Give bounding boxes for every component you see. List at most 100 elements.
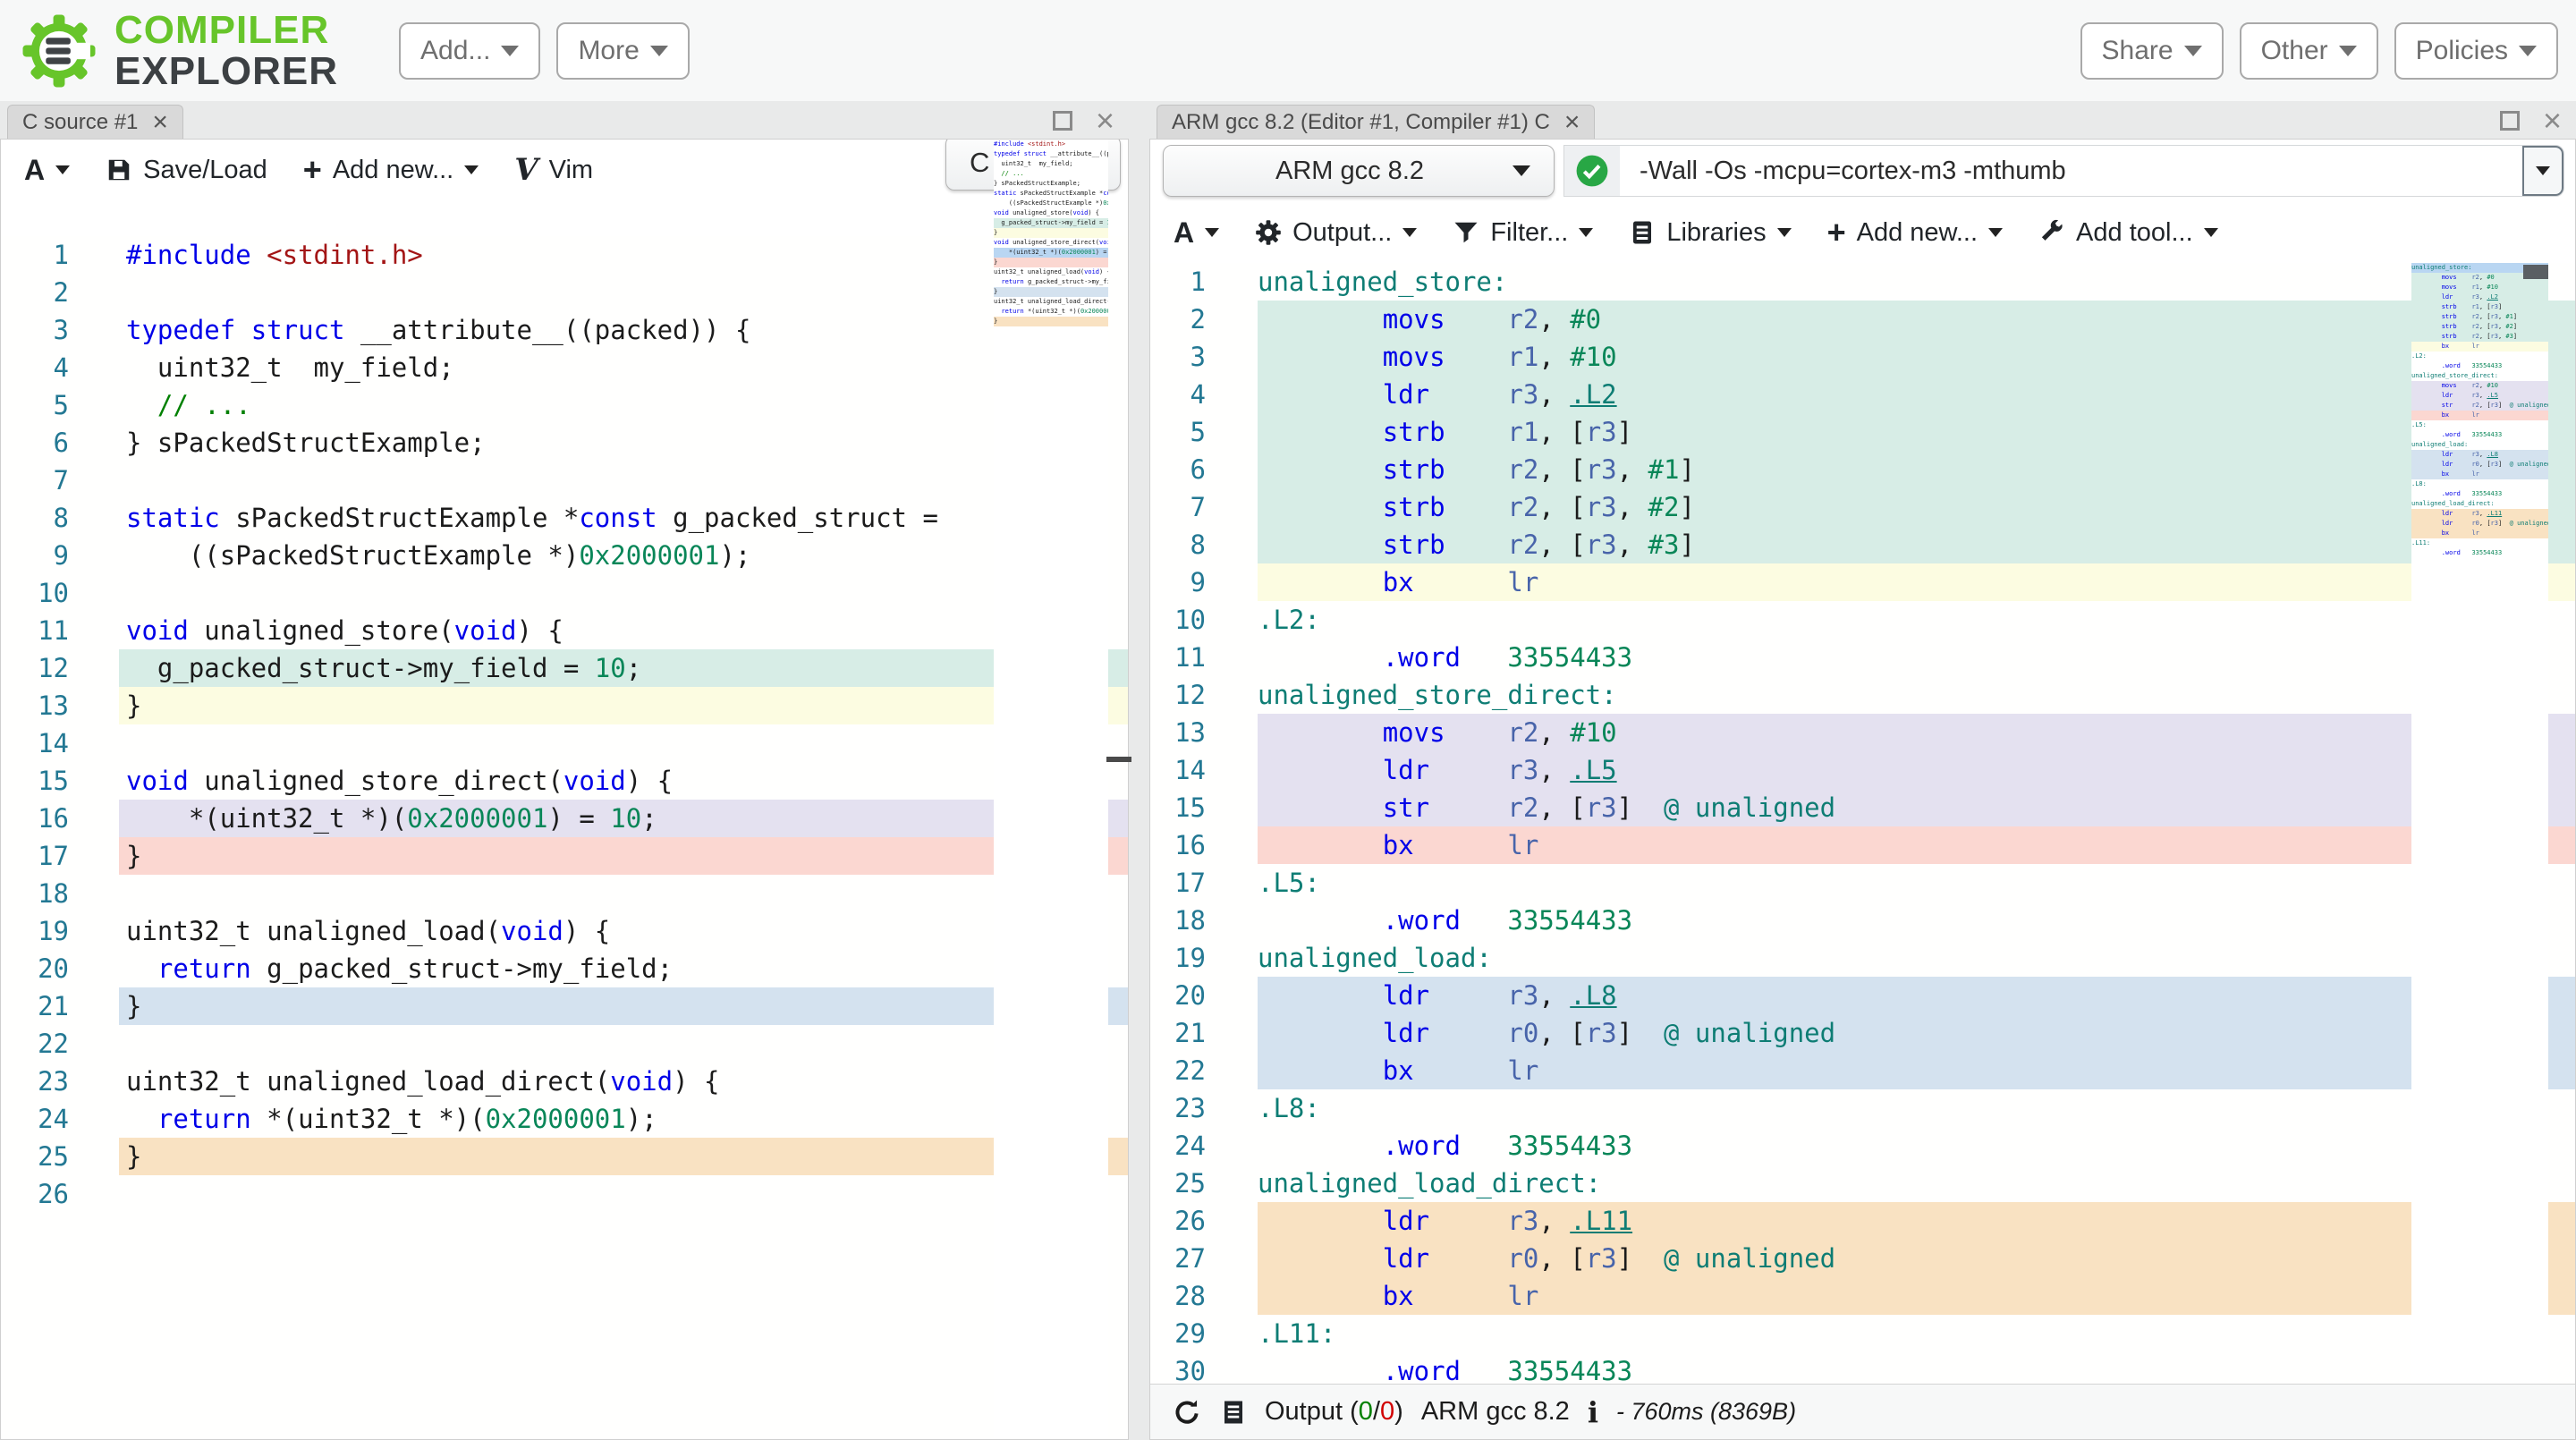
code-line[interactable]: 8 strb r2, [r3, #3] [1150,526,2575,563]
add-new-button[interactable]: + Add new... [1827,214,2003,251]
code-line[interactable]: 21} [1,987,1128,1025]
code-line[interactable]: 26 ldr r3, .L11 [1150,1202,2575,1240]
code-line[interactable]: 13} [1,687,1128,724]
line-number: 21 [1150,1014,1206,1052]
scrollbar-thumb[interactable] [2523,265,2548,279]
more-menu-button[interactable]: More [556,22,689,80]
assembly-minimap[interactable]: unaligned_store: movs r2, #0 movs r1, #1… [2411,263,2548,1384]
code-line[interactable]: 8static sPackedStructExample *const g_pa… [1,499,1128,537]
code-line[interactable]: 18 .word 33554433 [1150,902,2575,939]
code-line[interactable]: 19uint32_t unaligned_load(void) { [1,912,1128,950]
code-line[interactable]: 20 ldr r3, .L8 [1150,977,2575,1014]
add-tool-button[interactable]: Add tool... [2038,218,2218,248]
code-line[interactable]: 28 bx lr [1150,1277,2575,1315]
font-size-button[interactable]: A [1174,216,1219,250]
tab-compiler[interactable]: ARM gcc 8.2 (Editor #1, Compiler #1) C × [1157,105,1595,139]
code-line[interactable]: 6} sPackedStructExample; [1,424,1128,462]
code-line[interactable]: 11 .word 33554433 [1150,639,2575,676]
chevron-down-icon [2519,46,2537,56]
other-button[interactable]: Other [2240,22,2378,80]
code-line[interactable]: 6 strb r2, [r3, #1] [1150,451,2575,488]
refresh-icon[interactable] [1172,1397,1202,1427]
source-code-editor[interactable]: 1#include <stdint.h>23typedef struct __a… [1,236,1128,1439]
code-line[interactable]: 14 [1,724,1128,762]
code-line[interactable]: 25unaligned_load_direct: [1150,1165,2575,1202]
code-line[interactable]: 9 bx lr [1150,563,2575,601]
minimap-line: ldr r0, [r3] @ unaligned [2411,460,2548,470]
code-line[interactable]: 24 .word 33554433 [1150,1127,2575,1165]
line-number: 25 [1150,1165,1206,1202]
plus-icon: + [303,151,322,189]
options-dropdown-button[interactable] [2522,146,2563,196]
close-icon[interactable]: × [1096,105,1114,137]
code-line[interactable]: 5 // ... [1,386,1128,424]
code-line[interactable]: 19unaligned_load: [1150,939,2575,977]
code-line[interactable]: 7 [1,462,1128,499]
close-icon[interactable]: × [2543,105,2562,137]
code-line[interactable]: 24 return *(uint32_t *)(0x2000001); [1,1100,1128,1138]
code-line[interactable]: 4 uint32_t my_field; [1,349,1128,386]
pane-resize-handle[interactable] [1106,757,1131,762]
code-line[interactable]: 15 str r2, [r3] @ unaligned [1150,789,2575,826]
code-line[interactable]: 4 ldr r3, .L2 [1150,376,2575,413]
output-menu-button[interactable]: Output... [1255,218,1417,248]
code-line[interactable]: 12 g_packed_struct->my_field = 10; [1,649,1128,687]
output-list-icon[interactable] [1220,1399,1247,1426]
code-line[interactable]: 23uint32_t unaligned_load_direct(void) { [1,1063,1128,1100]
info-icon[interactable]: i [1588,1395,1598,1429]
code-line[interactable]: 18 [1,875,1128,912]
code-line[interactable]: 29.L11: [1150,1315,2575,1352]
code-line[interactable]: 2 [1,274,1128,311]
code-line[interactable]: 10.L2: [1150,601,2575,639]
code-line[interactable]: 23.L8: [1150,1089,2575,1127]
line-number: 19 [1150,939,1206,977]
code-line[interactable]: 14 ldr r3, .L5 [1150,751,2575,789]
close-icon[interactable]: × [1564,109,1580,136]
code-line[interactable]: 1#include <stdint.h> [1,236,1128,274]
code-line[interactable]: 27 ldr r0, [r3] @ unaligned [1150,1240,2575,1277]
code-line[interactable]: 11void unaligned_store(void) { [1,612,1128,649]
libraries-menu-button[interactable]: Libraries [1629,218,1791,248]
code-line[interactable]: 3 movs r1, #10 [1150,338,2575,376]
code-line[interactable]: 1unaligned_store: [1150,263,2575,301]
compiler-options-input[interactable] [1620,146,2522,196]
minimap-line: ldr r3, .L8 [2411,450,2548,460]
code-line[interactable]: 12unaligned_store_direct: [1150,676,2575,714]
code-line[interactable]: 30 .word 33554433 [1150,1352,2575,1384]
code-line[interactable]: 13 movs r2, #10 [1150,714,2575,751]
vim-toggle-button[interactable]: V Vim [514,152,593,188]
assembly-output-editor[interactable]: 1unaligned_store:2 movs r2, #03 movs r1,… [1150,263,2575,1384]
code-line[interactable]: 9 ((sPackedStructExample *)0x2000001); [1,537,1128,574]
code-line[interactable]: 16 bx lr [1150,826,2575,864]
output-toggle[interactable]: Output (0/0) [1265,1397,1403,1427]
code-line[interactable]: 10 [1,574,1128,612]
code-line[interactable]: 2 movs r2, #0 [1150,301,2575,338]
code-line[interactable]: 17} [1,837,1128,875]
code-line[interactable]: 26 [1,1175,1128,1213]
compiler-select[interactable]: ARM gcc 8.2 [1163,145,1555,197]
policies-button[interactable]: Policies [2394,22,2558,80]
code-line[interactable]: 25} [1,1138,1128,1175]
add-menu-button[interactable]: Add... [399,22,540,80]
save-load-button[interactable]: Save/Load [106,156,267,185]
share-button[interactable]: Share [2080,22,2224,80]
close-icon[interactable]: × [152,109,168,136]
code-line[interactable]: 3typedef struct __attribute__((packed)) … [1,311,1128,349]
code-line[interactable]: 20 return g_packed_struct->my_field; [1,950,1128,987]
code-line[interactable]: 22 [1,1025,1128,1063]
maximize-icon[interactable] [1053,111,1072,131]
filter-menu-button[interactable]: Filter... [1453,218,1593,248]
add-new-button[interactable]: + Add new... [303,151,479,189]
font-size-button[interactable]: A [24,154,70,187]
code-line[interactable]: 16 *(uint32_t *)(0x2000001) = 10; [1,800,1128,837]
code-line[interactable]: 22 bx lr [1150,1052,2575,1089]
source-minimap[interactable]: #include <stdint.h>typedef struct __attr… [994,140,1108,1439]
maximize-icon[interactable] [2500,111,2520,131]
code-line[interactable]: 5 strb r1, [r3] [1150,413,2575,451]
code-line[interactable]: 21 ldr r0, [r3] @ unaligned [1150,1014,2575,1052]
tab-c-source[interactable]: C source #1 × [7,105,183,139]
code-line[interactable]: 17.L5: [1150,864,2575,902]
code-line[interactable]: 15void unaligned_store_direct(void) { [1,762,1128,800]
minimap-line: uint32_t my_field; [994,159,1108,169]
code-line[interactable]: 7 strb r2, [r3, #2] [1150,488,2575,526]
